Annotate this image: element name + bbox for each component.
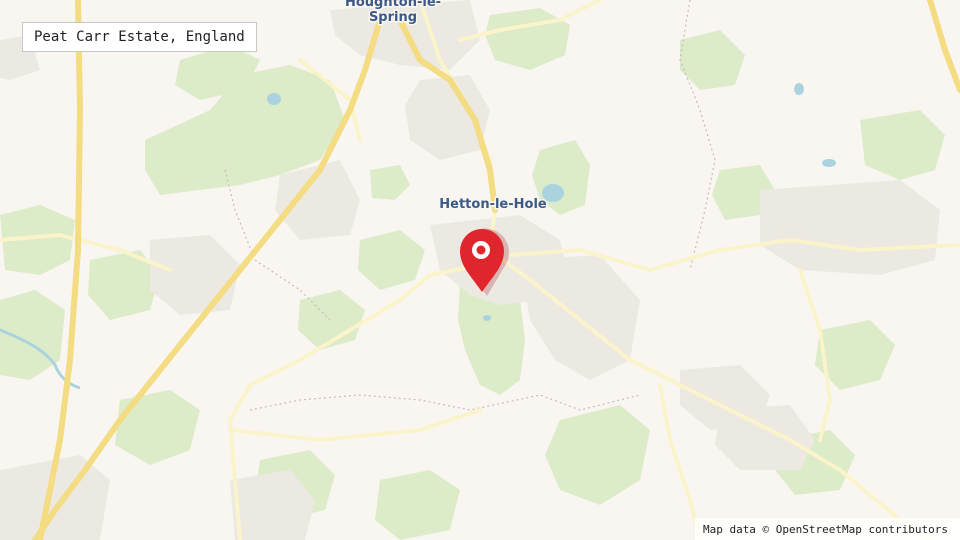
place-label-houghton-line1: Houghton-le- <box>345 0 441 10</box>
location-title: Peat Carr Estate, England <box>22 22 257 52</box>
place-label-hetton: Hetton-le-Hole <box>439 197 547 212</box>
map-attribution[interactable]: Map data © OpenStreetMap contributors <box>694 518 960 540</box>
place-label-houghton-line2: Spring <box>369 10 417 25</box>
map-canvas[interactable]: Houghton-le- Spring Hetton-le-Hole <box>0 0 960 540</box>
